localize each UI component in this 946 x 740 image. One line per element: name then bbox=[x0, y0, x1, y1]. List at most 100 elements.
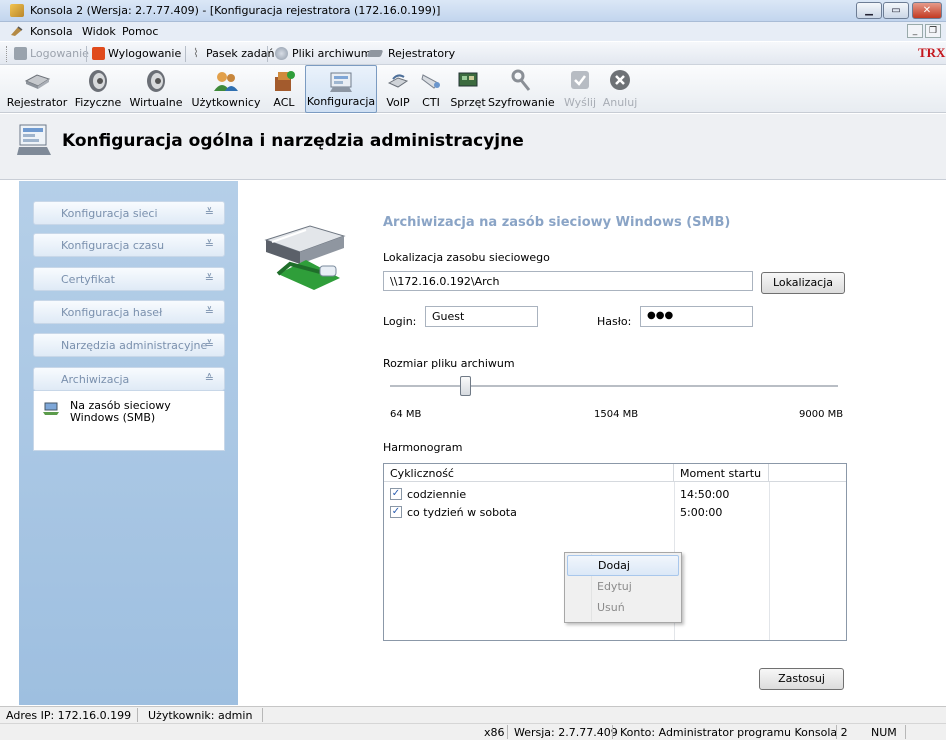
separator bbox=[185, 46, 186, 62]
menu-item-usun[interactable]: Usuń bbox=[567, 598, 679, 619]
toolbar-anuluj[interactable]: Anuluj bbox=[600, 65, 640, 113]
toolbar-wirtualne[interactable]: Wirtualne bbox=[126, 65, 186, 113]
logowanie-button[interactable]: Logowanie bbox=[30, 47, 89, 60]
status-version: Wersja: 2.7.77.409 bbox=[514, 726, 618, 739]
toolbar-cti[interactable]: CTI bbox=[416, 65, 446, 113]
size-slider-track[interactable] bbox=[390, 385, 838, 387]
sidebar-section-narzedzia-administracyjne[interactable]: Narzędzia administracyjne ≚ bbox=[33, 333, 225, 357]
network-share-icon bbox=[43, 402, 59, 419]
chevron-down-icon: ≚ bbox=[204, 272, 214, 285]
sidebar-section-certyfikat[interactable]: Certyfikat ≚ bbox=[33, 267, 225, 291]
login-input[interactable]: Guest bbox=[425, 306, 538, 327]
table-row[interactable]: ✓ co tydzień w sobota bbox=[390, 506, 670, 520]
pliki-archiwum-button[interactable]: Pliki archiwum bbox=[292, 47, 371, 60]
recorders-icon bbox=[366, 50, 384, 57]
size-slider-thumb[interactable] bbox=[460, 376, 472, 396]
menu-konsola[interactable]: Konsola bbox=[30, 25, 73, 38]
pasek-zadan-button[interactable]: Pasek zadań bbox=[206, 47, 274, 60]
toolbar-label: Wirtualne bbox=[129, 96, 183, 109]
sidebar-item-smb[interactable]: Na zasób sieciowy Windows (SMB) bbox=[70, 400, 210, 424]
konsola-menu-icon bbox=[10, 25, 24, 37]
location-input[interactable]: \\172.16.0.192\Arch bbox=[383, 271, 753, 291]
column-header-empty bbox=[769, 464, 846, 482]
toolbar-acl[interactable]: ACL bbox=[264, 65, 304, 113]
toolbar-label: Anuluj bbox=[602, 96, 638, 109]
wylogowanie-button[interactable]: Wylogowanie bbox=[108, 47, 181, 60]
password-input[interactable]: ●●● bbox=[640, 306, 753, 327]
speaker-icon bbox=[86, 69, 110, 96]
row-frequency: co tydzień w sobota bbox=[407, 506, 517, 519]
sidebar-section-label: Certyfikat bbox=[61, 273, 115, 286]
row-start-time: 14:50:00 bbox=[680, 488, 730, 501]
column-header-frequency[interactable]: Cykliczność bbox=[384, 464, 674, 482]
sidebar-section-konfiguracja-hasel[interactable]: Konfiguracja haseł ≚ bbox=[33, 300, 225, 324]
toolbar-fizyczne[interactable]: Fizyczne bbox=[74, 65, 122, 113]
configuration-icon bbox=[328, 70, 354, 97]
separator bbox=[137, 708, 138, 722]
archive-size-label: Rozmiar pliku archiwum bbox=[383, 357, 515, 370]
menu-bar: Konsola Widok Pomoc bbox=[0, 22, 946, 41]
toolbar-wyslij[interactable]: Wyślij bbox=[562, 65, 598, 113]
menu-item-edytuj[interactable]: Edytuj bbox=[567, 577, 679, 598]
app-icon bbox=[10, 4, 24, 17]
separator bbox=[262, 708, 263, 722]
sidebar: Konfiguracja sieci ≚ Konfiguracja czasu … bbox=[19, 181, 238, 705]
toolbar-label: Sprzęt bbox=[450, 96, 486, 109]
toolbar-label: Konfiguracja bbox=[306, 95, 376, 108]
mdi-restore-button[interactable]: ❐ bbox=[925, 24, 941, 38]
context-menu: Dodaj Edytuj Usuń bbox=[564, 552, 682, 623]
toolbar-label: CTI bbox=[422, 96, 440, 109]
toolbar-konfiguracja[interactable]: Konfiguracja bbox=[305, 65, 377, 113]
toolbar-uzytkownicy[interactable]: Użytkownicy bbox=[190, 65, 262, 113]
rejestratory-button[interactable]: Rejestratory bbox=[388, 47, 455, 60]
main-toolbar: Rejestrator Fizyczne Wirtualne Użytkowni… bbox=[0, 65, 946, 113]
row-checkbox[interactable]: ✓ bbox=[390, 488, 402, 500]
close-button[interactable]: ✕ bbox=[912, 2, 942, 19]
toolbar-grip bbox=[6, 46, 9, 62]
trx-logo: TRX bbox=[918, 45, 946, 60]
send-check-icon bbox=[569, 69, 591, 94]
schedule-label: Harmonogram bbox=[383, 441, 463, 454]
cancel-icon bbox=[609, 69, 631, 94]
toolbar-szyfrowanie[interactable]: Szyfrowanie bbox=[488, 65, 555, 113]
sidebar-section-label: Narzędzia administracyjne bbox=[61, 339, 208, 352]
mdi-minimize-button[interactable]: _ bbox=[907, 24, 923, 38]
users-icon bbox=[213, 69, 239, 96]
voip-icon bbox=[386, 69, 410, 96]
sidebar-section-label: Konfiguracja sieci bbox=[61, 207, 158, 220]
sidebar-section-konfiguracja-sieci[interactable]: Konfiguracja sieci ≚ bbox=[33, 201, 225, 225]
configuration-header-icon bbox=[17, 123, 53, 160]
page-title: Konfiguracja ogólna i narzędzia administ… bbox=[62, 131, 524, 151]
size-min-label: 64 MB bbox=[390, 409, 422, 420]
acl-icon bbox=[272, 69, 296, 96]
toolbar-sprzet[interactable]: Sprzęt bbox=[447, 65, 489, 113]
apply-button[interactable]: Zastosuj bbox=[759, 668, 844, 690]
maximize-button[interactable]: ▭ bbox=[883, 2, 909, 19]
toolbar-label: Fizyczne bbox=[74, 96, 122, 109]
column-header-start[interactable]: Moment startu bbox=[674, 464, 769, 482]
toolbar-label: Użytkownicy bbox=[191, 96, 261, 109]
table-row[interactable]: ✓ codziennie bbox=[390, 488, 670, 502]
row-start-time: 5:00:00 bbox=[680, 506, 723, 519]
sidebar-section-konfiguracja-czasu[interactable]: Konfiguracja czasu ≚ bbox=[33, 233, 225, 257]
toolbar-rejestrator[interactable]: Rejestrator bbox=[4, 65, 70, 113]
cti-icon bbox=[420, 69, 442, 94]
row-checkbox[interactable]: ✓ bbox=[390, 506, 402, 518]
status-num: NUM bbox=[871, 726, 897, 739]
minimize-button[interactable]: ▁ bbox=[856, 2, 882, 19]
size-max-label: 9000 MB bbox=[799, 409, 844, 420]
toolbar-label: Rejestrator bbox=[6, 96, 68, 109]
sidebar-section-archiwizacja[interactable]: Archiwizacja ≙ bbox=[33, 367, 225, 391]
menu-pomoc[interactable]: Pomoc bbox=[122, 25, 158, 38]
menu-widok[interactable]: Widok bbox=[82, 25, 116, 38]
location-button[interactable]: Lokalizacja bbox=[761, 272, 845, 294]
chevron-down-icon: ≚ bbox=[204, 206, 214, 219]
toolbar-voip[interactable]: VoIP bbox=[380, 65, 416, 113]
separator bbox=[905, 725, 906, 739]
archiwizacja-section-body: Na zasób sieciowy Windows (SMB) bbox=[33, 391, 225, 451]
window-title-bar: Konsola 2 (Wersja: 2.7.77.409) - [Konfig… bbox=[0, 0, 946, 22]
separator bbox=[836, 725, 837, 739]
menu-item-dodaj[interactable]: Dodaj bbox=[567, 555, 679, 576]
chevron-down-icon: ≚ bbox=[204, 238, 214, 251]
chevron-down-icon: ≚ bbox=[204, 305, 214, 318]
